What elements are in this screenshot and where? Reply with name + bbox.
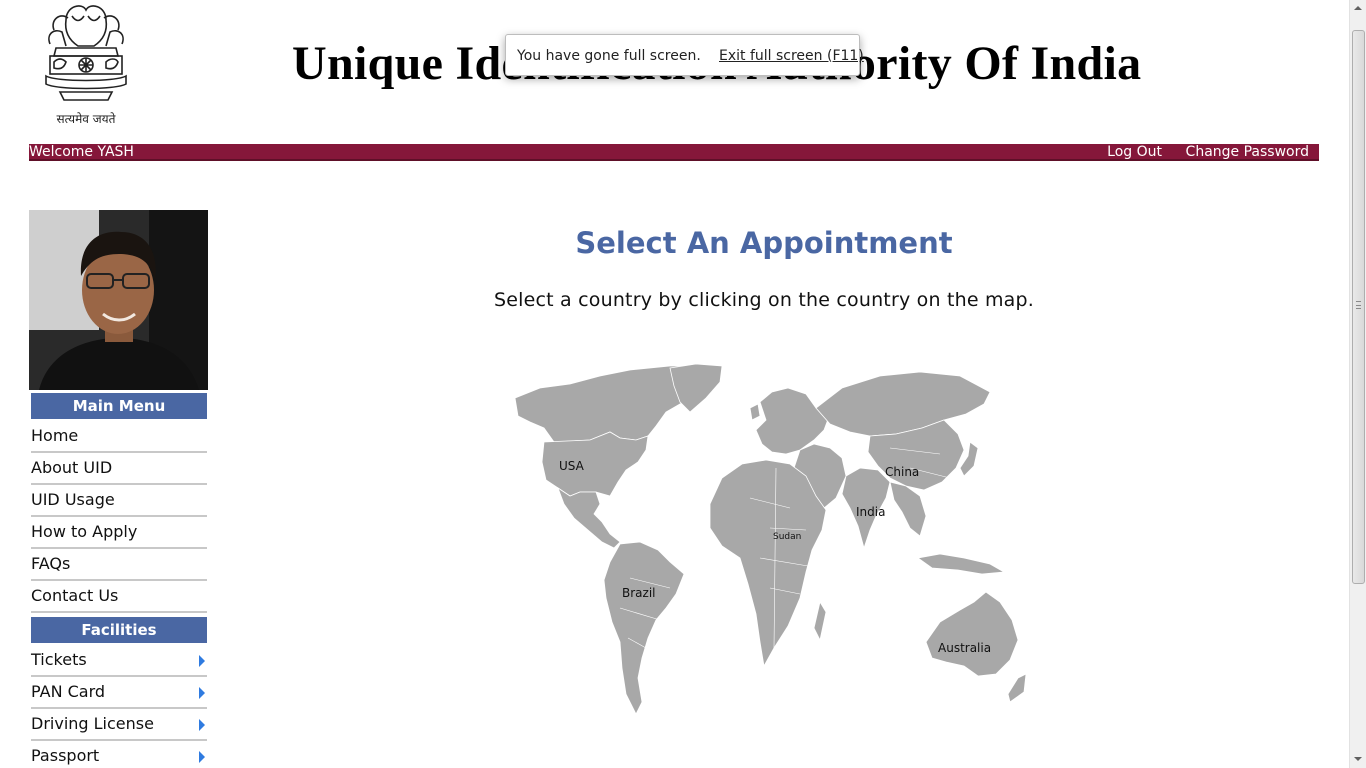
country-label-india[interactable]: India xyxy=(856,505,885,519)
user-photo-icon xyxy=(29,210,208,390)
main-menu-header: Main Menu xyxy=(31,393,207,419)
menu-item-about-uid[interactable]: About UID xyxy=(31,453,207,485)
vertical-scrollbar[interactable] xyxy=(1349,0,1366,768)
facilities-menu-header: Facilities xyxy=(31,617,207,643)
menu-item-contact-us[interactable]: Contact Us xyxy=(31,581,207,613)
national-emblem: सत्यमेव जयते xyxy=(30,0,142,128)
menu-item-driving-license[interactable]: Driving License xyxy=(31,709,207,741)
menu-item-label: Contact Us xyxy=(31,586,119,605)
scroll-down-arrow-icon[interactable] xyxy=(1350,751,1366,768)
welcome-text: Welcome YASH xyxy=(29,144,134,160)
scroll-thumb[interactable] xyxy=(1352,30,1365,584)
scroll-grip-icon xyxy=(1356,301,1361,309)
menu-item-label: How to Apply xyxy=(31,522,138,541)
country-label-australia[interactable]: Australia xyxy=(938,641,991,655)
menu-item-label: Tickets xyxy=(31,650,87,669)
country-label-usa[interactable]: USA xyxy=(559,459,585,473)
user-bar: Welcome YASH Log Out Change Password xyxy=(29,144,1319,161)
menu-item-label: Home xyxy=(31,426,79,445)
menu-item-passport[interactable]: Passport xyxy=(31,741,207,768)
submenu-arrow-icon xyxy=(199,655,205,667)
map-instruction: Select a country by clicking on the coun… xyxy=(493,289,1035,311)
menu-item-how-to-apply[interactable]: How to Apply xyxy=(31,517,207,549)
menu-item-uid-usage[interactable]: UID Usage xyxy=(31,485,207,517)
lion-capital-icon xyxy=(45,5,127,101)
emblem-motto: सत्यमेव जयते xyxy=(56,112,116,126)
logout-link[interactable]: Log Out xyxy=(1107,144,1162,161)
country-label-china[interactable]: China xyxy=(885,465,919,479)
country-indonesia[interactable] xyxy=(916,553,1006,575)
fullscreen-notification: You have gone full screen. Exit full scr… xyxy=(505,34,864,76)
submenu-arrow-icon xyxy=(199,751,205,763)
submenu-arrow-icon xyxy=(199,719,205,731)
menu-item-label: Driving License xyxy=(31,714,154,733)
world-map: USA China India Sudan Brazil Australia xyxy=(514,363,1027,715)
country-new-zealand[interactable] xyxy=(1007,673,1027,703)
menu-item-pan-card[interactable]: PAN Card xyxy=(31,677,207,709)
country-africa[interactable] xyxy=(709,459,827,668)
country-madagascar[interactable] xyxy=(813,600,827,642)
country-uk[interactable] xyxy=(749,403,761,421)
fullscreen-message: You have gone full screen. xyxy=(517,48,701,64)
scroll-up-arrow-icon[interactable] xyxy=(1350,0,1366,17)
country-southeast-asia[interactable] xyxy=(889,481,927,537)
user-avatar xyxy=(29,210,208,390)
menu-item-faqs[interactable]: FAQs xyxy=(31,549,207,581)
menu-item-label: UID Usage xyxy=(31,490,115,509)
page-heading: Select An Appointment xyxy=(575,226,953,260)
country-europe[interactable] xyxy=(755,387,831,455)
country-mexico[interactable] xyxy=(557,486,621,549)
exit-fullscreen-link[interactable]: Exit full screen (F11) xyxy=(719,48,864,64)
menu-item-label: Passport xyxy=(31,746,100,765)
menu-item-home[interactable]: Home xyxy=(31,421,207,453)
sidebar: Main Menu Home About UID UID Usage How t… xyxy=(31,393,207,768)
change-password-link[interactable]: Change Password xyxy=(1186,144,1309,161)
menu-item-label: FAQs xyxy=(31,554,71,573)
country-label-brazil[interactable]: Brazil xyxy=(622,586,656,600)
country-russia[interactable] xyxy=(815,371,991,437)
submenu-arrow-icon xyxy=(199,687,205,699)
country-australia[interactable] xyxy=(925,591,1019,677)
country-usa[interactable] xyxy=(541,431,649,497)
menu-item-label: PAN Card xyxy=(31,682,106,701)
menu-item-tickets[interactable]: Tickets xyxy=(31,645,207,677)
menu-item-label: About UID xyxy=(31,458,113,477)
country-label-sudan[interactable]: Sudan xyxy=(773,532,801,542)
country-brazil[interactable] xyxy=(603,541,685,715)
